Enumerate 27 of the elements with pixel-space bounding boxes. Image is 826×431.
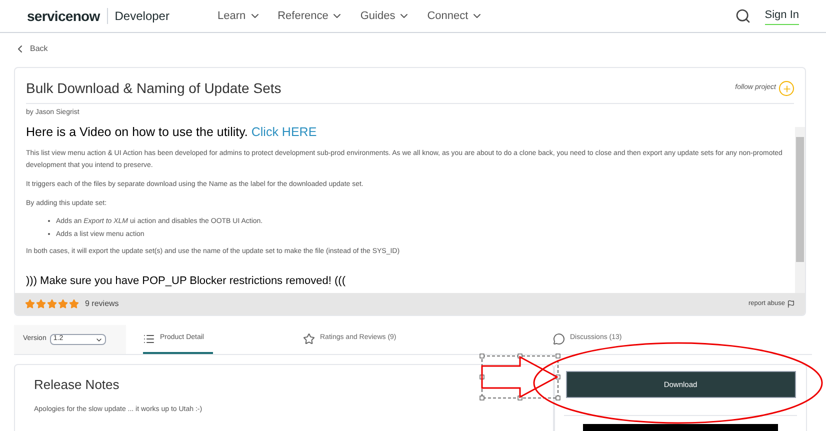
back-link[interactable]: Back [14,43,812,55]
logo[interactable]: servicenow [27,6,100,26]
scrollbar[interactable] [795,126,805,293]
nav-menu[interactable]: Connect [427,8,484,24]
search-icon[interactable] [734,8,751,24]
chat-icon [553,332,565,344]
plus-icon [782,84,792,94]
star-icon [58,299,68,309]
star-icon [25,299,35,309]
project-title: Bulk Download & Naming of Update Sets [26,79,282,98]
sign-in-link[interactable]: Sign In [764,7,799,25]
follow-button[interactable] [779,81,794,96]
star-icon [69,299,79,309]
video-link[interactable]: Click HERE [251,124,317,138]
video-headline: Here is a Video on how to use the utility. Click HERE [26,124,318,141]
warning-headline: ))) Make sure you have POP_UP Blocker restrictions removed! ((( [26,274,347,289]
star-icon [36,299,46,309]
video-thumbnail[interactable] [583,424,778,431]
flag-icon [787,300,795,308]
star-icon [47,299,57,309]
product-name: Developer [114,8,170,25]
nav-menu[interactable]: Guides [360,8,410,24]
release-notes-title: Release Notes [34,376,120,394]
nav-menu[interactable]: Reference [278,8,344,24]
reviews-count: 9 reviews [85,298,119,310]
star-icon [303,332,315,344]
nav-menu[interactable]: Learn [217,8,261,24]
